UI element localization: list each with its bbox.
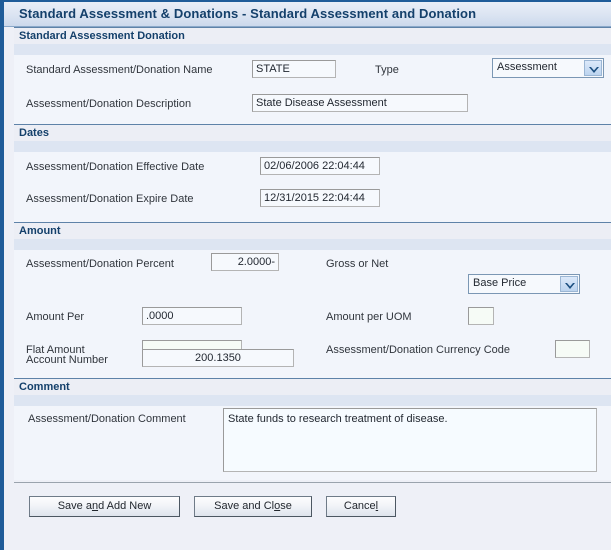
label-standard-assessment-donation-name: Standard Assessment/Donation Name <box>26 64 213 76</box>
application-window: Standard Assessment & Donations - Standa… <box>0 0 611 550</box>
save-and-close-button[interactable]: Save and Close <box>194 496 312 517</box>
section-header-amount: Amount <box>14 222 611 239</box>
section-header-dates: Dates <box>14 124 611 141</box>
save-and-add-new-button[interactable]: Save and Add New <box>29 496 180 517</box>
label-assessment-donation-description: Assessment/Donation Description <box>26 98 192 110</box>
section-subband-amount <box>14 239 611 250</box>
label-account-number: Account Number <box>26 354 108 366</box>
textarea-assessment-donation-comment[interactable]: State funds to research treatment of dis… <box>223 408 597 472</box>
button-row-separator <box>14 482 611 483</box>
input-assessment-donation-percent[interactable]: 2.0000- <box>211 253 279 271</box>
section-title: Amount <box>19 225 61 237</box>
label-amount-per: Amount Per <box>26 311 85 323</box>
page-title: Standard Assessment & Donations - Standa… <box>19 6 477 21</box>
input-assessment-donation-currency-code[interactable] <box>555 340 590 358</box>
btn-text-before: Save and Cl <box>214 500 275 512</box>
label-assessment-donation-percent: Assessment/Donation Percent <box>26 258 174 270</box>
btn-text-after: d Add New <box>98 500 152 512</box>
input-amount-per-uom[interactable] <box>468 307 494 325</box>
input-assessment-donation-expire-date[interactable]: 12/31/2015 22:04:44 <box>260 189 380 207</box>
btn-accel-key: l <box>375 500 379 512</box>
dropdown-gross-or-net[interactable]: Base Price <box>468 274 580 294</box>
section-subband-standard-assessment-donation <box>14 44 611 55</box>
label-assessment-donation-effective-date: Assessment/Donation Effective Date <box>26 161 205 173</box>
input-assessment-donation-description[interactable]: State Disease Assessment <box>252 94 468 112</box>
dropdown-gross-or-net-value: Base Price <box>473 277 527 289</box>
section-header-comment: Comment <box>14 378 611 395</box>
window-title-bar: Standard Assessment & Donations - Standa… <box>4 2 611 27</box>
dropdown-type-value: Assessment <box>497 61 557 73</box>
btn-text-before: Save a <box>57 500 92 512</box>
form-canvas: Standard Assessment Donation Standard As… <box>4 27 611 550</box>
btn-text-before: Cance <box>343 500 376 512</box>
section-subband-dates <box>14 141 611 152</box>
label-assessment-donation-currency-code: Assessment/Donation Currency Code <box>326 344 511 356</box>
section-header-standard-assessment-donation: Standard Assessment Donation <box>14 27 611 44</box>
section-title: Standard Assessment Donation <box>19 30 185 42</box>
section-subband-comment <box>14 395 611 406</box>
section-title: Comment <box>19 381 70 393</box>
label-type: Type <box>375 64 399 76</box>
input-account-number[interactable]: 200.1350 <box>142 349 294 367</box>
chevron-down-icon[interactable] <box>584 60 602 76</box>
input-assessment-donation-effective-date[interactable]: 02/06/2006 22:04:44 <box>260 157 380 175</box>
input-standard-assessment-donation-name[interactable]: STATE <box>252 60 336 78</box>
section-title: Dates <box>19 127 49 139</box>
label-gross-or-net: Gross or Net <box>326 258 389 270</box>
label-amount-per-uom: Amount per UOM <box>326 311 412 323</box>
label-assessment-donation-comment: Assessment/Donation Comment <box>28 413 186 425</box>
label-assessment-donation-expire-date: Assessment/Donation Expire Date <box>26 193 194 205</box>
chevron-down-icon[interactable] <box>560 276 578 292</box>
dropdown-type[interactable]: Assessment <box>492 58 604 78</box>
btn-text-after: se <box>280 500 292 512</box>
input-amount-per[interactable]: .0000 <box>142 307 242 325</box>
cancel-button[interactable]: Cancel <box>326 496 396 517</box>
